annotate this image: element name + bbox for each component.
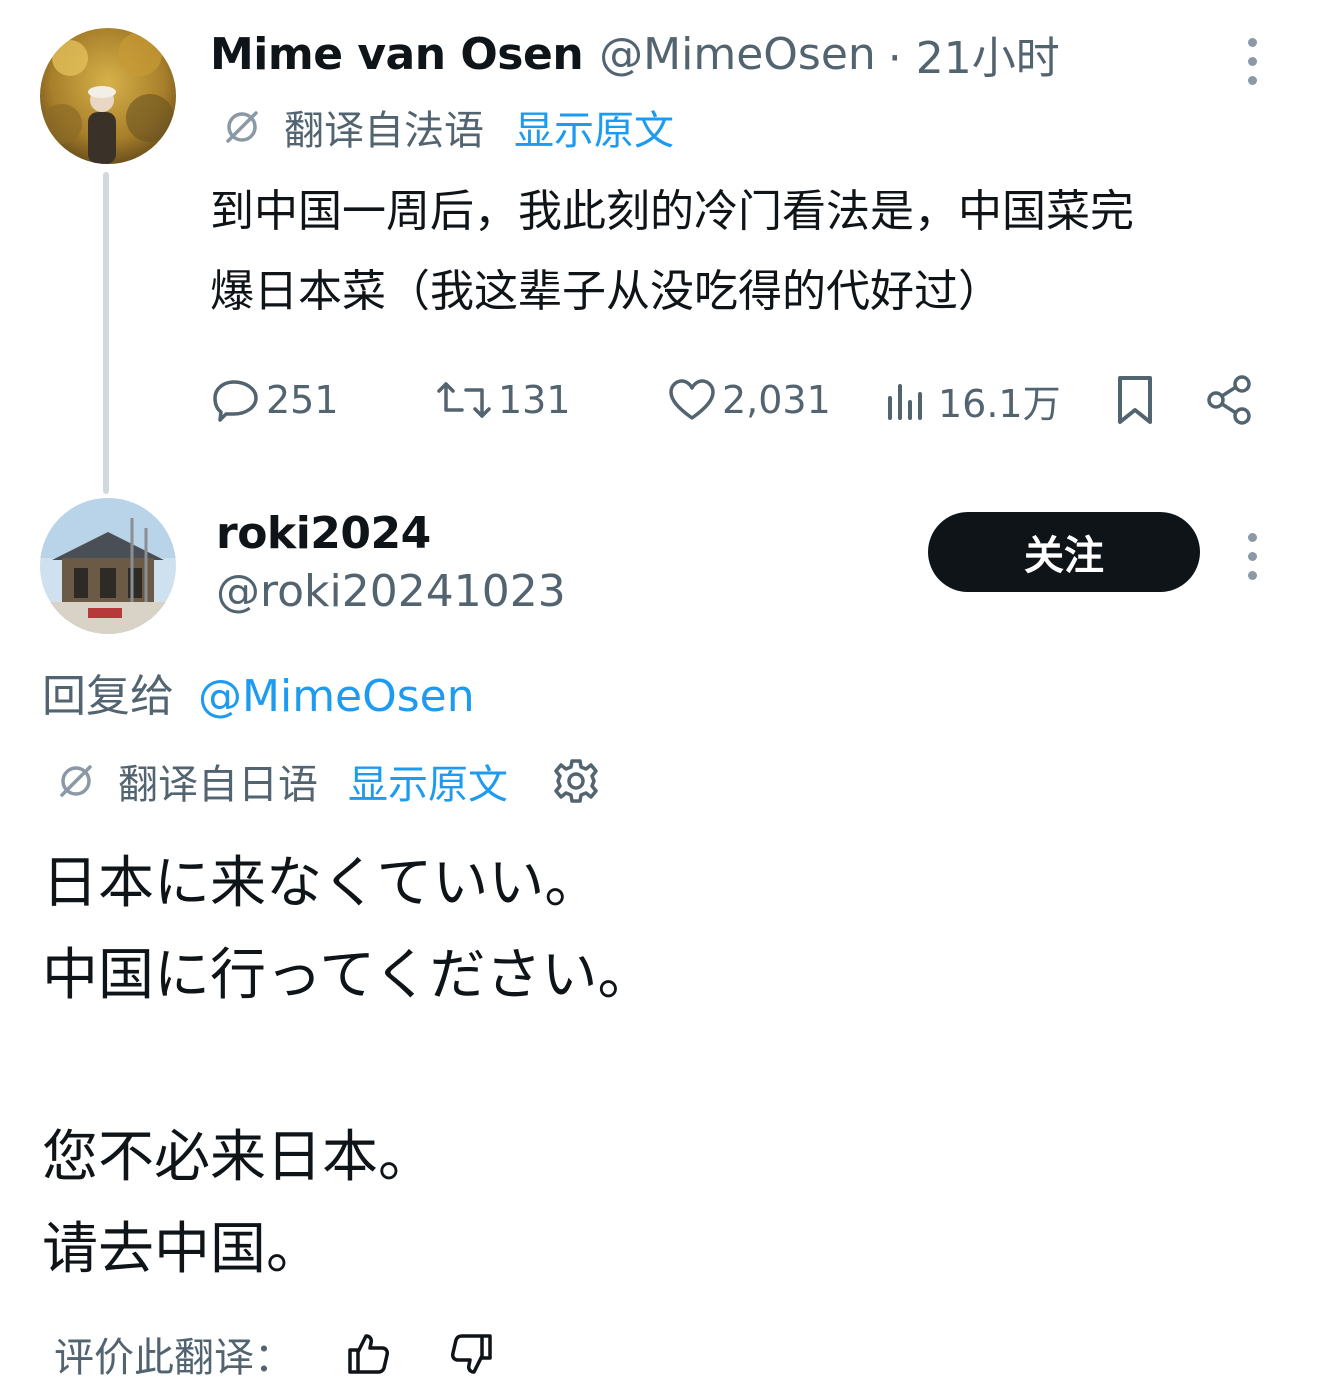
author-name[interactable]: Mime van Osen <box>210 29 584 80</box>
settings-icon[interactable] <box>552 757 600 805</box>
share-icon <box>1207 375 1251 425</box>
bookmark-icon <box>1118 376 1152 424</box>
avatar-roki2024[interactable] <box>40 498 176 634</box>
like-icon <box>669 379 715 420</box>
reply-text-line: 请去中国。 <box>42 1217 322 1282</box>
tweet-time[interactable]: · 21小时 <box>888 22 1060 86</box>
repost-button[interactable]: 131 <box>436 374 571 426</box>
rate-translation: 评价此翻译： <box>54 1326 496 1382</box>
translation-label: 翻译自日语 <box>118 762 318 808</box>
show-original-link[interactable]: 显示原文 <box>348 752 508 810</box>
tweet-text-line: 爆日本菜（我这辈子从没吃得的代好过） <box>210 266 1002 317</box>
like-count: 2,031 <box>722 378 831 422</box>
reply-text-line: 您不必来日本。 <box>42 1125 434 1190</box>
reply-author-name[interactable]: roki2024 <box>216 504 431 564</box>
avatar-image <box>40 28 176 164</box>
follow-button[interactable]: 关注 <box>928 512 1200 592</box>
reply-text-line: 日本に来なくていい。 <box>42 851 601 916</box>
rate-translation-label: 评价此翻译： <box>54 1335 294 1381</box>
translation-label: 翻译自法语 <box>284 108 484 154</box>
translation-bar: 翻译自法语 显示原文 <box>222 100 674 154</box>
tweet-text: 到中国一周后，我此刻的冷门看法是，中国菜完 爆日本菜（我这辈子从没吃得的代好过） <box>210 172 1290 332</box>
reply-translation-bar: 翻译自日语 显示原文 <box>56 754 600 808</box>
reply-text-line: 中国に行ってください。 <box>42 943 654 1008</box>
share-button[interactable] <box>1206 374 1254 430</box>
more-icon[interactable] <box>1246 38 1258 85</box>
views-button[interactable]: 16.1万 <box>884 374 1061 426</box>
avatar-image <box>40 498 176 634</box>
bookmark-button[interactable] <box>1114 374 1156 430</box>
views-icon <box>888 384 922 420</box>
author-handle[interactable]: @MimeOsen <box>599 29 876 80</box>
reply-author-handle[interactable]: @roki20241023 <box>216 562 566 622</box>
reply-to-handle[interactable]: @MimeOsen <box>198 671 475 722</box>
translate-icon <box>226 111 258 143</box>
like-button[interactable]: 2,031 <box>668 374 831 426</box>
reply-text: 日本に来なくていい。 中国に行ってください。 <box>42 838 1282 1022</box>
reply-count: 251 <box>266 378 339 422</box>
reply-translated-text: 您不必来日本。 请去中国。 <box>42 1112 1282 1296</box>
thread-line <box>103 172 109 494</box>
thumbs-down-icon[interactable] <box>448 1330 496 1378</box>
avatar-mime-van-osen[interactable] <box>40 28 176 164</box>
tweet-text-line: 到中国一周后，我此刻的冷门看法是，中国菜完 <box>210 186 1134 237</box>
translate-icon <box>60 765 92 797</box>
reply-to: 回复给 @MimeOsen <box>42 666 475 728</box>
repost-icon <box>437 382 491 418</box>
reply-button[interactable]: 251 <box>212 374 339 426</box>
view-count: 16.1万 <box>938 381 1061 426</box>
tweet-header: Mime van Osen @MimeOsen · 21小时 <box>210 22 1060 86</box>
show-original-link[interactable]: 显示原文 <box>514 98 674 156</box>
reply-to-prefix: 回复给 <box>42 671 174 722</box>
more-icon[interactable] <box>1246 533 1258 580</box>
thumbs-up-icon[interactable] <box>344 1330 392 1378</box>
reply-icon <box>213 380 258 422</box>
repost-count: 131 <box>498 378 571 422</box>
